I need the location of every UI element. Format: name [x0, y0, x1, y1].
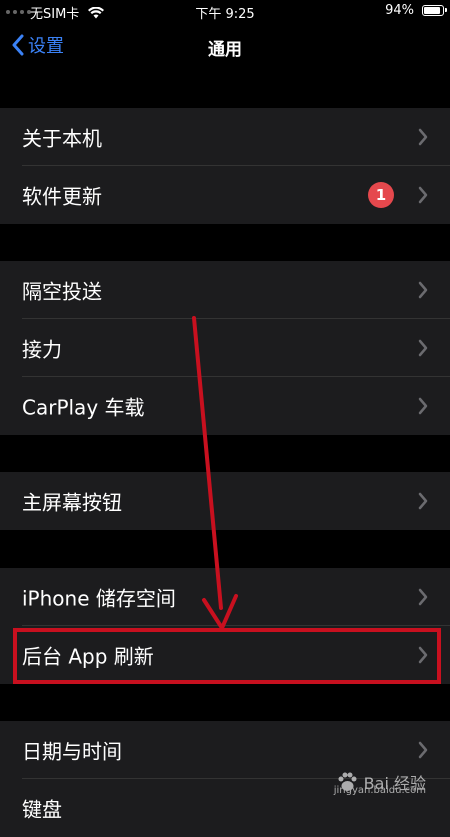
chevron-right-icon	[418, 741, 428, 759]
row-label: 主屏幕按钮	[22, 490, 122, 515]
watermark: Bai 经验 jingyan.baidu.com	[333, 770, 426, 796]
about-row[interactable]: 关于本机	[0, 108, 450, 166]
carplay-row[interactable]: CarPlay 车载	[0, 377, 450, 435]
notification-badge: 1	[368, 182, 394, 208]
chevron-right-icon	[418, 339, 428, 357]
software-update-row[interactable]: 软件更新 1	[0, 166, 450, 224]
row-label: CarPlay 车载	[22, 395, 145, 420]
row-label: 后台 App 刷新	[22, 644, 154, 669]
status-bar: 无SIM卡 下午 9:25 94%	[0, 0, 450, 24]
chevron-right-icon	[418, 128, 428, 146]
chevron-right-icon	[418, 646, 428, 664]
clock: 下午 9:25	[195, 7, 255, 22]
settings-group-4: iPhone 储存空间 后台 App 刷新	[0, 568, 450, 684]
page-title: 通用	[208, 40, 242, 60]
row-label: 日期与时间	[22, 739, 122, 764]
row-label: 键盘	[22, 797, 62, 822]
handoff-row[interactable]: 接力	[0, 319, 450, 377]
airdrop-row[interactable]: 隔空投送	[0, 261, 450, 319]
chevron-right-icon	[418, 397, 428, 415]
settings-group-3: 主屏幕按钮	[0, 472, 450, 530]
battery-icon	[422, 5, 447, 16]
settings-group-2: 隔空投送 接力 CarPlay 车载	[0, 261, 450, 435]
battery-percent: 94%	[385, 3, 414, 18]
background-app-refresh-row[interactable]: 后台 App 刷新	[0, 626, 450, 684]
row-label: iPhone 储存空间	[22, 586, 176, 611]
chevron-right-icon	[418, 186, 428, 204]
watermark-url: jingyan.baidu.com	[333, 785, 426, 796]
home-button-row[interactable]: 主屏幕按钮	[0, 472, 450, 530]
row-label: 软件更新	[22, 184, 102, 209]
chevron-right-icon	[418, 588, 428, 606]
row-label: 关于本机	[22, 126, 102, 151]
row-label: 接力	[22, 337, 62, 362]
nav-bar: 设置 通用	[0, 24, 450, 70]
settings-group-1: 关于本机 软件更新 1	[0, 108, 450, 224]
row-label: 隔空投送	[22, 279, 102, 304]
chevron-right-icon	[418, 492, 428, 510]
iphone-storage-row[interactable]: iPhone 储存空间	[0, 568, 450, 626]
chevron-right-icon	[418, 281, 428, 299]
